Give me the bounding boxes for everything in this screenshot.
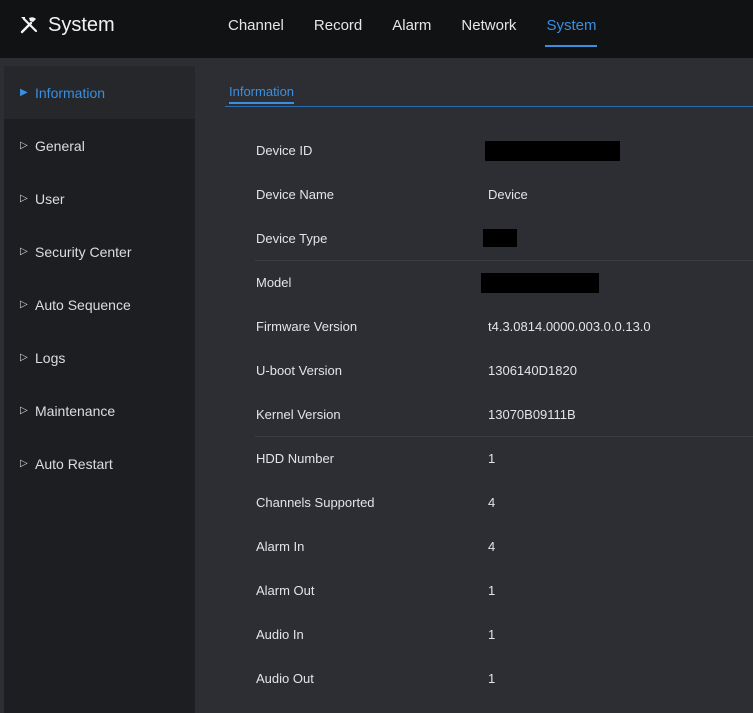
info-row-uboot-version: U-boot Version 1306140D1820 [195,349,753,393]
main-nav: Channel Record Alarm Network System [228,0,626,58]
row-label: HDD Number [256,451,335,466]
sidebar-item-label: User [35,190,65,207]
info-row-device-name: Device Name Device [195,173,753,217]
row-value: t4.3.0814.0000.003.0.0.13.0 [488,319,651,334]
row-label: Alarm In [256,539,305,554]
caret-outline-icon: ▷ [20,404,28,416]
info-row-channels-supported: Channels Supported 4 [195,481,753,525]
sidebar-item-label: Security Center [35,243,132,260]
info-row-alarm-out: Alarm Out 1 [195,569,753,613]
sidebar-item-general[interactable]: ▷ General [4,119,195,172]
row-value: Device [488,187,528,202]
info-row-firmware-version: Firmware Version t4.3.0814.0000.003.0.0.… [195,305,753,349]
tab-channel[interactable]: Channel [228,0,284,58]
caret-outline-icon: ▷ [20,245,28,257]
info-row-hdd-number: HDD Number 1 [195,437,753,481]
row-label: Device Name [256,187,335,202]
row-label: Firmware Version [256,319,358,334]
app-title-text: System [48,13,115,36]
info-row-audio-out: Audio Out 1 [195,657,753,701]
subtab-information[interactable]: Information [229,84,295,104]
row-value: 1 [488,451,496,466]
sidebar-item-label: General [35,137,85,154]
info-row-alarm-in: Alarm In 4 [195,525,753,569]
row-label: Device Type [256,231,328,246]
app-title: System [18,10,115,40]
row-value: 1 [488,583,496,598]
sidebar-item-label: Information [35,84,106,101]
row-value: 4 [488,539,496,554]
row-label: Channels Supported [256,495,375,510]
sidebar-item-maintenance[interactable]: ▷ Maintenance [4,384,195,437]
sidebar-item-label: Maintenance [35,402,116,419]
caret-outline-icon: ▷ [20,298,28,310]
sidebar-item-label: Auto Restart [35,455,113,472]
tab-network[interactable]: Network [461,0,516,58]
tab-system[interactable]: System [545,0,598,58]
sidebar-item-logs[interactable]: ▷ Logs [4,331,195,384]
sidebar: ▶ Information ▷ General ▷ User ▷ Securit… [4,66,195,713]
tab-record[interactable]: Record [314,0,362,58]
sidebar-item-user[interactable]: ▷ User [4,172,195,225]
info-row-model: Model [195,261,753,305]
row-value: 1 [488,671,496,686]
caret-outline-icon: ▷ [20,139,28,151]
redacted-value [481,273,599,293]
subtab-divider [225,106,753,107]
tab-alarm[interactable]: Alarm [392,0,431,58]
sidebar-item-information[interactable]: ▶ Information [4,66,195,119]
caret-outline-icon: ▷ [20,351,28,363]
sidebar-item-label: Logs [35,349,66,366]
info-row-kernel-version: Kernel Version 13070B09111B [195,393,753,437]
row-value: 1 [488,627,496,642]
row-label: Audio Out [256,671,314,686]
info-row-device-type: Device Type [195,217,753,261]
sidebar-item-auto-sequence[interactable]: ▷ Auto Sequence [4,278,195,331]
top-bar: System Channel Record Alarm Network Syst… [0,0,753,58]
row-label: Kernel Version [256,407,341,422]
info-table: Device ID Device Name Device Device Type… [195,129,753,701]
row-label: Audio In [256,627,304,642]
row-value: 1306140D1820 [488,363,577,378]
sidebar-item-auto-restart[interactable]: ▷ Auto Restart [4,437,195,490]
caret-outline-icon: ▷ [20,192,28,204]
redacted-value [483,229,517,247]
caret-outline-icon: ▷ [20,457,28,469]
row-value: 13070B09111B [488,407,576,422]
row-label: U-boot Version [256,363,342,378]
app-window: System Channel Record Alarm Network Syst… [0,0,753,713]
row-label: Alarm Out [256,583,315,598]
caret-filled-icon: ▶ [20,86,28,98]
row-value: 4 [488,495,496,510]
sidebar-item-security-center[interactable]: ▷ Security Center [4,225,195,278]
main-panel: Information Device ID Device Name Device… [195,66,753,713]
sidebar-item-label: Auto Sequence [35,296,131,313]
redacted-value [485,141,620,161]
row-label: Model [256,275,292,290]
tools-icon [18,14,40,36]
row-label: Device ID [256,143,313,158]
info-row-audio-in: Audio In 1 [195,613,753,657]
info-row-device-id: Device ID [195,129,753,173]
